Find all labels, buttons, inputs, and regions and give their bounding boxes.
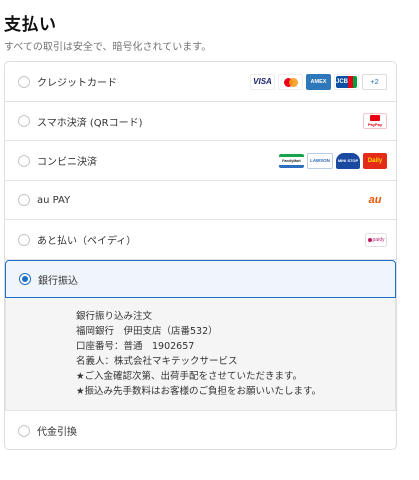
- radio-qr[interactable]: [18, 115, 30, 127]
- mastercard-logo: [278, 73, 303, 90]
- payment-option-label: クレジットカード: [37, 78, 117, 89]
- paypay-logo: PayPay: [363, 113, 387, 129]
- qr-logos: PayPay: [363, 113, 387, 129]
- page-title: 支払い: [4, 15, 57, 35]
- paidy-logos: paidy: [365, 232, 387, 247]
- amex-logo: AMEX: [306, 73, 331, 90]
- payment-option-label: 代金引換: [37, 427, 77, 438]
- payment-option-label: au PAY: [37, 194, 71, 206]
- security-notice: すべての取引は安全で、暗号化されています。: [4, 42, 212, 53]
- payment-option-convenience-store[interactable]: コンビニ決済 FamilyMart LAWSON MINI STOP Daily: [5, 141, 396, 181]
- payment-option-bank-transfer[interactable]: 銀行振込: [5, 260, 396, 298]
- jcb-logo: JCB: [334, 73, 359, 90]
- radio-au-pay[interactable]: [18, 194, 30, 206]
- instruction-line: 銀行振り込み注文: [76, 311, 153, 322]
- payment-option-label: 銀行振込: [38, 275, 78, 287]
- instruction-line: ★振込み先手数料はお客様のご負担をお願いいたします。: [76, 386, 322, 397]
- payment-option-paidy[interactable]: あと払い（ペイディ） paidy: [5, 220, 396, 260]
- payment-option-au-pay[interactable]: au PAY au: [5, 181, 396, 220]
- visa-logo: VISA: [250, 73, 275, 90]
- instruction-line: ★ご入金確認次第、出荷手配をさせていただきます。: [76, 371, 303, 382]
- more-cards-badge: +2: [362, 73, 387, 90]
- familymart-logo: FamilyMart: [279, 153, 304, 168]
- radio-convenience-store[interactable]: [18, 154, 30, 167]
- instruction-line: 福岡銀行 伊田支店（店番532）: [76, 326, 218, 337]
- radio-credit-card[interactable]: [18, 75, 30, 88]
- payment-option-label: コンビニ決済: [37, 157, 97, 168]
- card-brand-logos: VISA AMEX JCB +2: [250, 73, 387, 90]
- paidy-logo: paidy: [365, 232, 387, 247]
- payment-method-list: クレジットカード VISA AMEX JCB +2 スマホ決済 (QRコード) …: [4, 61, 397, 450]
- radio-bank-transfer[interactable]: [19, 273, 31, 285]
- payment-option-label: スマホ決済 (QRコード): [37, 117, 143, 129]
- payment-option-credit-card[interactable]: クレジットカード VISA AMEX JCB +2: [5, 62, 396, 102]
- bank-transfer-instructions: 銀行振り込み注文 福岡銀行 伊田支店（店番532） 口座番号：普通 190265…: [5, 298, 396, 411]
- ministop-logo: MINI STOP: [336, 152, 360, 169]
- lawson-logo: LAWSON: [307, 152, 333, 169]
- payment-option-qr[interactable]: スマホ決済 (QRコード) PayPay: [5, 102, 396, 141]
- radio-paidy[interactable]: [18, 233, 30, 246]
- instruction-line: 名義人：株式会社マキテックサービス: [76, 356, 238, 367]
- au-pay-logos: au: [363, 192, 387, 208]
- payment-option-label: あと払い（ペイディ）: [37, 236, 137, 247]
- au-logo: au: [368, 194, 382, 206]
- daily-yamazaki-logo: Daily: [363, 152, 387, 169]
- radio-cash-on-delivery[interactable]: [18, 424, 30, 437]
- payment-option-cash-on-delivery[interactable]: 代金引換: [5, 411, 396, 449]
- instruction-line: 口座番号：普通 1902657: [76, 341, 195, 352]
- checkout-payment-section: 支払い すべての取引は安全で、暗号化されています。 クレジットカード VISA …: [0, 0, 419, 480]
- convenience-store-logos: FamilyMart LAWSON MINI STOP Daily: [279, 152, 387, 169]
